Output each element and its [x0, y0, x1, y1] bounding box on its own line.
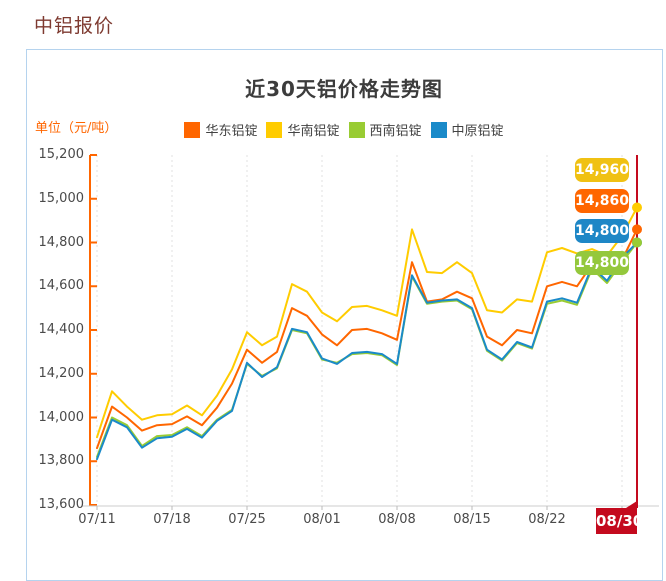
x-axis-label: 07/18 — [153, 512, 191, 527]
end-value-badge: 14,960 — [575, 158, 629, 182]
end-value-badge: 14,800 — [575, 219, 629, 243]
y-axis-label: 14,200 — [38, 365, 85, 381]
x-axis-label: 07/11 — [78, 512, 116, 527]
x-axis-label: 08/01 — [303, 512, 341, 527]
y-axis-label: 14,000 — [38, 409, 85, 425]
latest-date-badge: 08/30 — [596, 501, 643, 534]
legend-item-华东铝锭[interactable]: 华东铝锭 — [184, 120, 257, 139]
legend-swatch — [266, 121, 283, 138]
page-title: 中铝报价 — [34, 15, 115, 37]
y-axis-label: 14,600 — [38, 278, 85, 294]
x-axis-label: 08/08 — [378, 512, 416, 527]
end-value-badge: 14,860 — [575, 189, 629, 213]
y-axis-label: 15,200 — [38, 147, 85, 162]
legend-label: 中原铝锭 — [451, 124, 504, 139]
legend: 华东铝锭 华南铝锭 西南铝锭 中原铝锭 — [26, 120, 662, 139]
y-axis-label: 14,800 — [38, 234, 85, 250]
x-axis-label: 07/25 — [228, 512, 266, 527]
legend-swatch — [430, 121, 447, 138]
legend-label: 华东铝锭 — [205, 124, 258, 139]
end-value-badge: 14,800 — [575, 251, 629, 275]
legend-item-华南铝锭[interactable]: 华南铝锭 — [266, 120, 340, 139]
aluminum-quote-page: { "page": { "header": "中铝报价" }, "chart_d… — [0, 0, 666, 581]
y-axis-label: 13,600 — [38, 497, 85, 512]
legend-swatch — [184, 121, 201, 138]
legend-label: 华南铝锭 — [287, 124, 340, 139]
y-axis-label: 13,800 — [38, 453, 85, 469]
y-axis-label: 15,000 — [38, 190, 85, 206]
legend-swatch — [348, 121, 365, 138]
legend-item-西南铝锭[interactable]: 西南铝锭 — [348, 120, 422, 139]
x-axis-label: 08/15 — [453, 512, 491, 527]
legend-label: 西南铝锭 — [369, 124, 422, 139]
chart-title: 近30天铝价格走势图 — [245, 77, 443, 101]
x-axis-label: 08/22 — [528, 512, 566, 527]
y-axis-label: 14,400 — [38, 322, 85, 337]
legend-item-中原铝锭[interactable]: 中原铝锭 — [430, 120, 504, 139]
